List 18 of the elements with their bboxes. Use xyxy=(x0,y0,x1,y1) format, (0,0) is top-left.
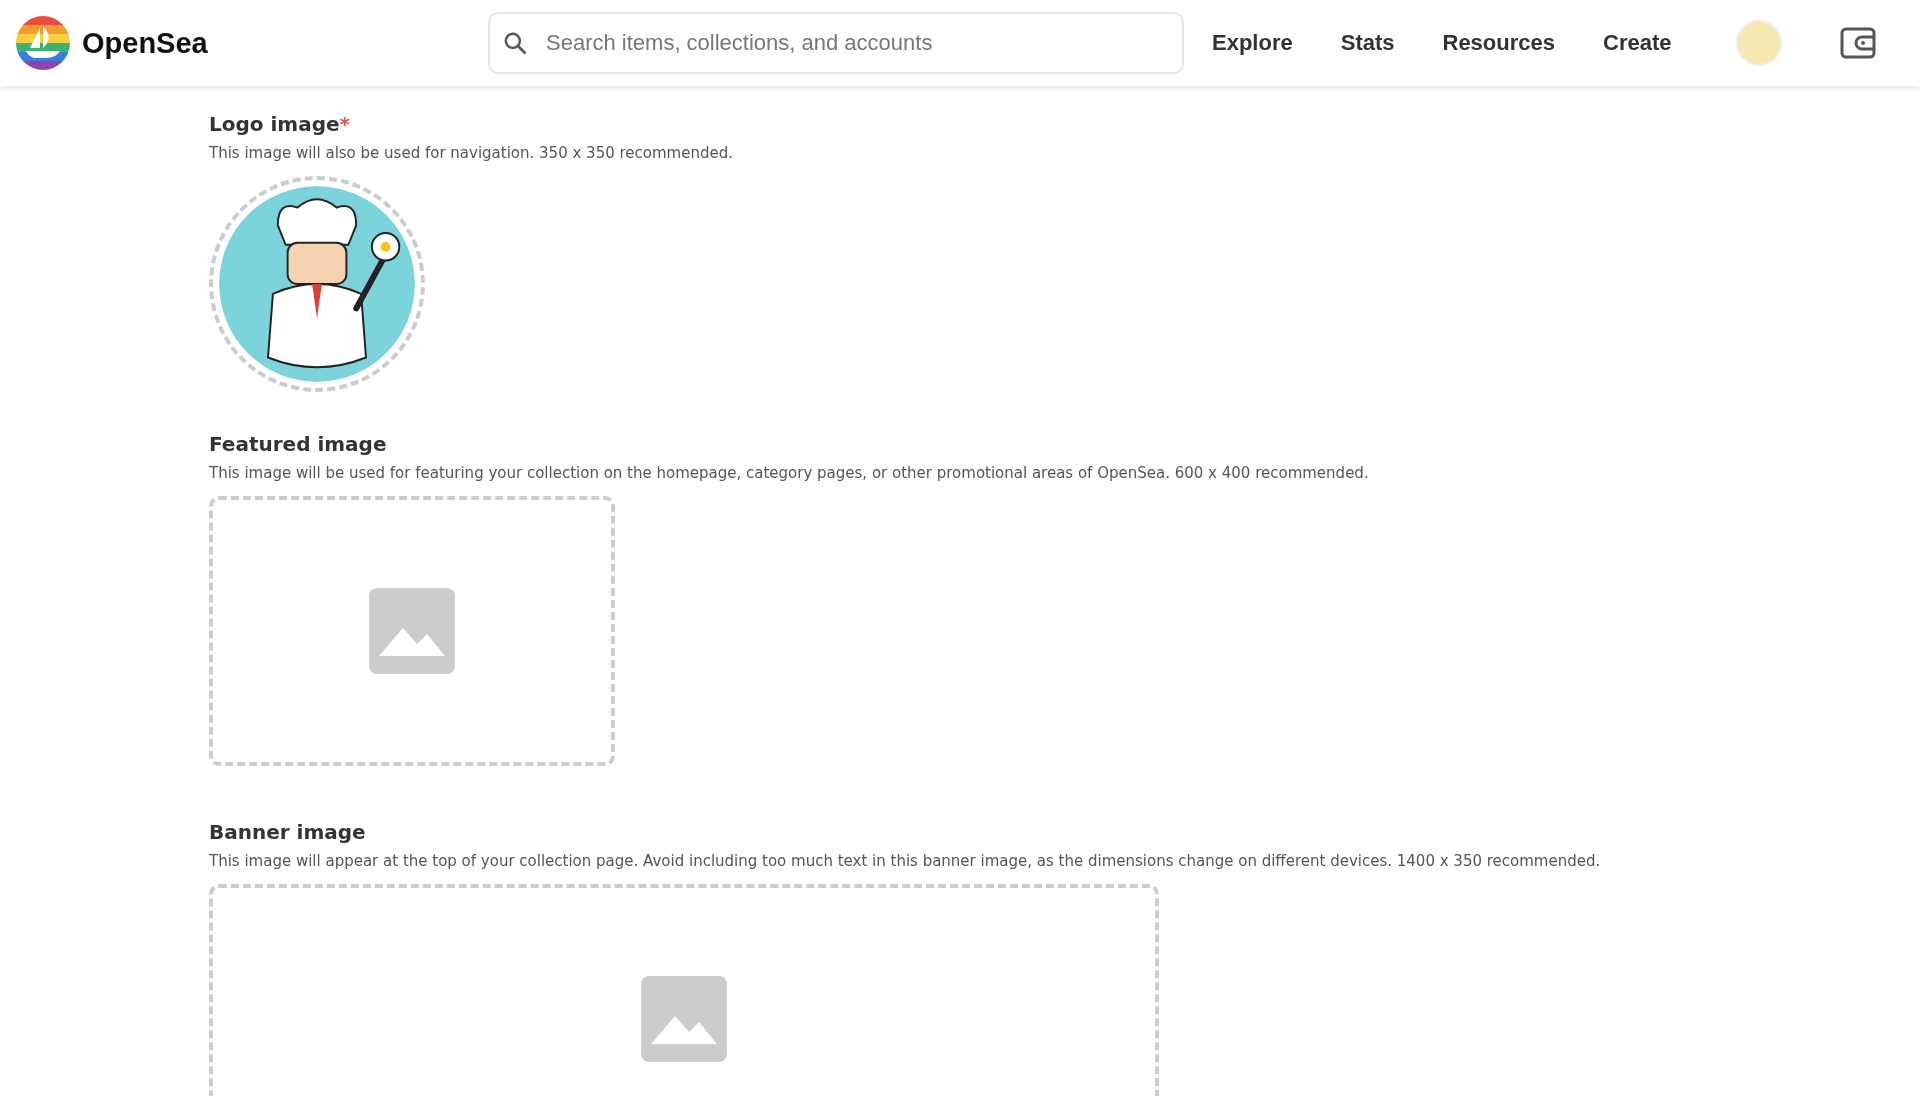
nav-link[interactable]: Explore xyxy=(1212,30,1293,56)
brand-name[interactable]: OpenSea xyxy=(82,26,208,60)
search-field[interactable]: Search items, collections, and accounts xyxy=(488,12,1184,74)
section-title: Featured image xyxy=(209,432,387,456)
wallet-icon[interactable] xyxy=(1839,27,1876,59)
image-drop-zone[interactable] xyxy=(209,176,425,392)
section-description: This image will also be used for navigation. 350 x 350 recommended. xyxy=(209,144,734,162)
section-title: Banner image xyxy=(209,820,366,844)
section-title: Logo image* xyxy=(209,112,351,136)
nav-link[interactable]: Create xyxy=(1603,30,1672,56)
section-description: This image will appear at the top of your collection page. Avoid including too much text in this banner image, as the dimensions change on different devices. 1400 x 350 recommended. xyxy=(209,852,1602,870)
section-description: This image will be used for featuring your collection on the homepage, category pages, or other promotional areas of OpenSea. 600 x 400 recommended. xyxy=(209,464,1370,482)
logo-icon[interactable] xyxy=(16,16,70,70)
nav-link[interactable]: Resources xyxy=(1442,30,1555,56)
image-placeholder-icon xyxy=(641,976,727,1062)
image-placeholder-icon xyxy=(369,588,455,674)
nav-link[interactable]: Stats xyxy=(1340,30,1395,56)
search-icon xyxy=(502,30,528,56)
